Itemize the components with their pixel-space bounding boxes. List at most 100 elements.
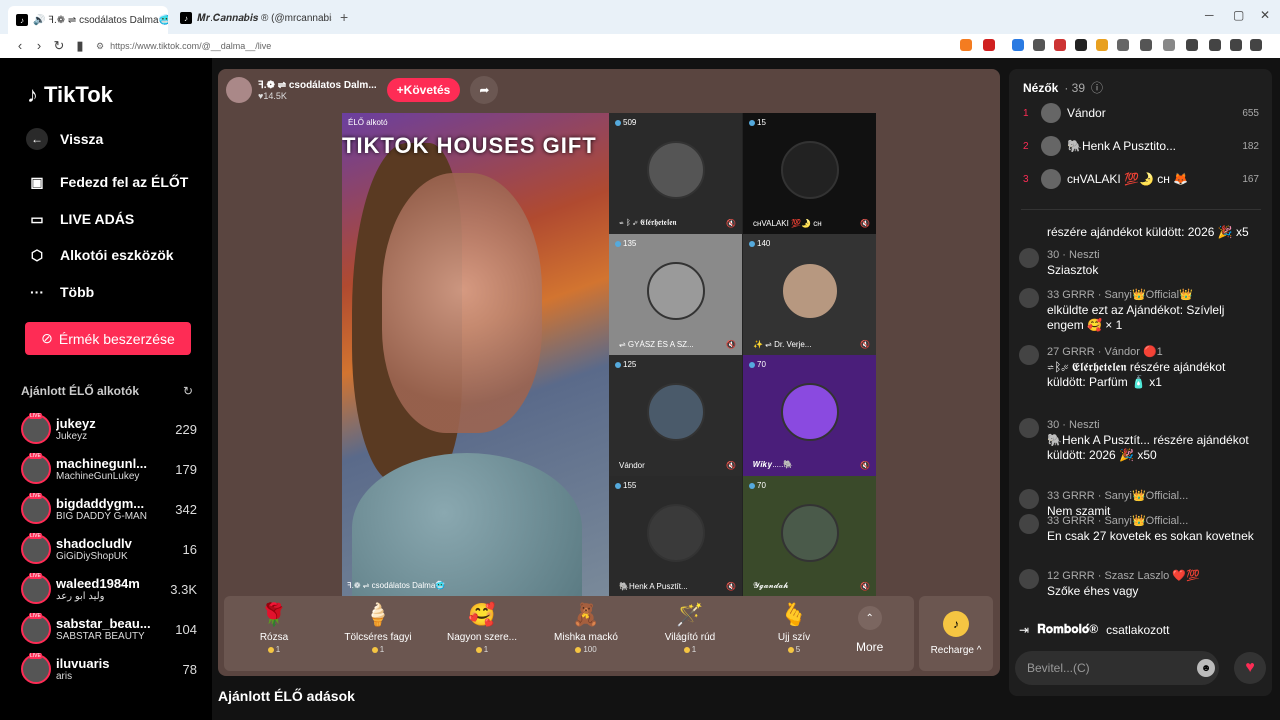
coin-icon <box>683 646 690 653</box>
gift-item[interactable]: 🧸 Mishka mackó 100 <box>536 602 636 654</box>
creator-item[interactable]: LIVE sabstar_beau... SABSTAR BEAUTY 104 <box>21 611 197 647</box>
gift-item[interactable]: 🌹 Rózsa 1 <box>224 602 324 654</box>
guest-avatar <box>647 504 705 562</box>
back-button[interactable]: ← Vissza <box>26 128 103 150</box>
get-coins-button[interactable]: ⊘ Érmék beszerzése <box>25 322 191 355</box>
stream-banner: TIKTOK HOUSES GIFT <box>342 133 597 158</box>
sparkle-icon[interactable] <box>1230 39 1242 51</box>
message-meta[interactable]: 12 GRRR · Szasz Laszlo ❤️💯 <box>1047 569 1264 584</box>
address-bar[interactable]: ⚙ https://www.tiktok.com/@__dalma__/live <box>96 37 951 55</box>
guest-name: ⇌ GYÁSZ ÉS A SZ... <box>619 340 694 349</box>
new-tab-icon[interactable]: + <box>340 9 348 25</box>
gift-item[interactable]: 🪄 Világító rúd 1 <box>640 602 740 654</box>
guest-tile[interactable]: 140 ✨ ⇌ Dr. Verje... 🔇 <box>743 234 876 355</box>
gift-icon: 🌹 <box>260 602 288 627</box>
avatar[interactable] <box>1019 569 1039 589</box>
gift-item[interactable]: 🫰 Ujj szív 5 <box>744 602 844 654</box>
translate-icon[interactable] <box>1012 39 1024 51</box>
gift-item[interactable]: 🥰 Nagyon szere... 1 <box>432 602 532 654</box>
emoji-icon[interactable]: ☻ <box>1197 659 1215 677</box>
host-name[interactable]: ꟻ.❁ ⇌ csodálatos Dalm... <box>258 80 377 91</box>
message-meta[interactable]: 33 GRRR · Sanyi👑Official... <box>1047 489 1264 504</box>
puzzle-icon[interactable] <box>1140 39 1152 51</box>
viewer-dot-icon <box>749 361 755 368</box>
avatar[interactable] <box>1019 248 1039 268</box>
sidebar-icon[interactable] <box>1186 39 1198 51</box>
wallet-icon[interactable] <box>1209 39 1221 51</box>
chat-message: részére ajándékot küldött: 2026 🎉 x5 <box>1019 225 1264 240</box>
tab-mrcannabis[interactable]: ♪ 𝑴𝒓.𝑪𝒂𝒏𝒏𝒂𝒃𝒊𝒔 ® (@mrcannabis_) ✕ <box>172 6 332 30</box>
guest-tile[interactable]: 155 🐘Henk A Pusztít... 🔇 <box>609 476 742 597</box>
message-meta[interactable]: 30 · Neszti <box>1047 418 1264 433</box>
shield-icon[interactable] <box>1250 39 1262 51</box>
avatar[interactable] <box>1019 418 1039 438</box>
creator-item[interactable]: LIVE waleed1984m وليد ابو رعد 3.3K <box>21 571 197 607</box>
extension-icon[interactable] <box>1117 39 1129 51</box>
guest-tile[interactable]: 135 ⇌ GYÁSZ ÉS A SZ... 🔇 <box>609 234 742 355</box>
message-meta[interactable]: 27 GRRR · Vándor 🔴1 <box>1047 345 1264 360</box>
guest-tile[interactable]: 15 cʜVALAKI 💯🌛 cʜ 🔇 <box>743 113 876 234</box>
heart-like-button[interactable]: ♥ <box>1234 652 1266 684</box>
message-meta[interactable]: 33 GRRR · Sanyi👑Official👑 <box>1047 288 1264 303</box>
avatar[interactable] <box>1019 345 1039 365</box>
menu-icon[interactable] <box>1163 39 1175 51</box>
mic-muted-icon: 🔇 <box>726 582 736 591</box>
avatar[interactable] <box>1019 288 1039 308</box>
gift-item[interactable]: 🍦 Tölcséres fagyi 1 <box>328 602 428 654</box>
tiktok-logo[interactable]: ♪ TikTok <box>27 82 113 108</box>
bookmark-icon[interactable]: ▮ <box>72 38 88 54</box>
guest-tile[interactable]: 125 Vándor 🔇 <box>609 355 742 476</box>
more-gifts-button[interactable]: ⌃ More <box>856 606 883 654</box>
top-viewer-row[interactable]: 1 Vándor 655 <box>1023 102 1259 124</box>
back-arrow-icon[interactable]: ‹ <box>12 38 28 53</box>
message-body: 27 GRRR · Vándor 🔴1 ⇌ᛒ☄ 𝕰𝖑𝖊́𝖗𝖍𝖊𝖙𝖊𝖑𝖊𝖓 rész… <box>1047 345 1264 390</box>
extension-icon[interactable] <box>1075 39 1087 51</box>
extension-icon[interactable] <box>1033 39 1045 51</box>
message-meta[interactable]: 30 · Neszti <box>1047 248 1264 263</box>
stream-video[interactable]: TIKTOK HOUSES GIFT ÉLŐ alkotó ꟻ.❁ ⇌ csod… <box>342 113 876 597</box>
recharge-button[interactable]: ♪ Recharge ^ <box>919 596 993 671</box>
guest-tile[interactable]: 509 ⇌ ᛒ ☄ 𝕰𝖑𝖊́𝖗𝖍𝖊𝖙𝖊𝖑𝖊𝖓 🔇 <box>609 113 742 234</box>
sidebar-item-more[interactable]: ··· Több <box>26 281 94 303</box>
creator-item[interactable]: LIVE iluvuaris aris 78 <box>21 651 197 687</box>
maximize-icon[interactable]: ▢ <box>1233 8 1244 22</box>
viewer-dot-icon <box>615 240 621 247</box>
extension-icon[interactable] <box>1096 39 1108 51</box>
nav-bar: ‹ › ↻ ▮ ⚙ https://www.tiktok.com/@__dalm… <box>0 34 1280 58</box>
top-viewer-row[interactable]: 2 🐘Henk A Pusztito... 182 <box>1023 135 1259 157</box>
creator-item[interactable]: LIVE machinegunl... MachineGunLukey 179 <box>21 451 197 487</box>
refresh-icon[interactable]: ↻ <box>183 384 193 398</box>
site-info-icon[interactable]: ⚙ <box>96 41 104 52</box>
fur-blanket-shape <box>352 453 582 597</box>
guest-tile[interactable]: 70 𝓨𝓰𝓪𝓷𝓭𝓪𝓱 🔇 <box>743 476 876 597</box>
tab-tiktok-live[interactable]: ♪ 🔊 ꟻ.❁ ⇌ csodálatos Dalma🥶 ✕ <box>8 6 168 34</box>
close-window-icon[interactable]: ✕ <box>1260 8 1270 22</box>
sidebar-item-live[interactable]: ▭ LIVE ADÁS <box>26 208 134 230</box>
forward-arrow-icon[interactable]: › <box>31 38 47 53</box>
minimize-icon[interactable]: ─ <box>1205 8 1214 22</box>
creator-viewer-count: 3.3K <box>170 581 197 597</box>
avatar: LIVE <box>21 653 51 684</box>
creator-item[interactable]: LIVE jukeyz Jukeyz 229 <box>21 411 197 447</box>
extension-icon[interactable] <box>1054 39 1066 51</box>
sidebar-item-creator-tools[interactable]: ⬡ Alkotói eszközök <box>26 244 174 266</box>
share-button[interactable]: ➦ <box>470 76 499 104</box>
top-viewer-row[interactable]: 3 cʜVALAKI 💯🌛 cʜ 🦊 167 <box>1023 168 1259 190</box>
avatar[interactable] <box>1019 514 1039 534</box>
extension-icon[interactable] <box>983 39 995 51</box>
message-meta[interactable]: 33 GRRR · Sanyi👑Official... <box>1047 514 1264 529</box>
help-icon[interactable]: ⓘ <box>1091 79 1103 96</box>
follow-button[interactable]: +Követés <box>386 78 461 102</box>
creator-item[interactable]: LIVE shadocludlv GiGiDiyShopUK 16 <box>21 531 197 567</box>
reload-icon[interactable]: ↻ <box>51 38 67 54</box>
avatar[interactable] <box>1019 489 1039 509</box>
guest-tile[interactable]: 70 𝑾𝒊𝒌𝒚.....🐘 🔇 <box>743 355 876 476</box>
main-host-video[interactable]: TIKTOK HOUSES GIFT ÉLŐ alkotó ꟻ.❁ ⇌ csod… <box>342 113 609 597</box>
chat-input[interactable]: Bevitel...(C) <box>1015 651 1219 685</box>
creator-item[interactable]: LIVE bigdaddygm... BIG DADDY G-MAN 342 <box>21 491 197 527</box>
message-text: ⇌ᛒ☄ 𝕰𝖑𝖊́𝖗𝖍𝖊𝖙𝖊𝖑𝖊𝖓 részére ajándékot küldö… <box>1047 360 1226 389</box>
sidebar-item-explore-live[interactable]: ▣ Fedezd fel az ÉLŐT <box>26 171 188 193</box>
brave-shield-icon[interactable] <box>960 39 972 51</box>
host-avatar[interactable] <box>226 77 252 103</box>
guest-viewer-count: 70 <box>757 481 766 490</box>
